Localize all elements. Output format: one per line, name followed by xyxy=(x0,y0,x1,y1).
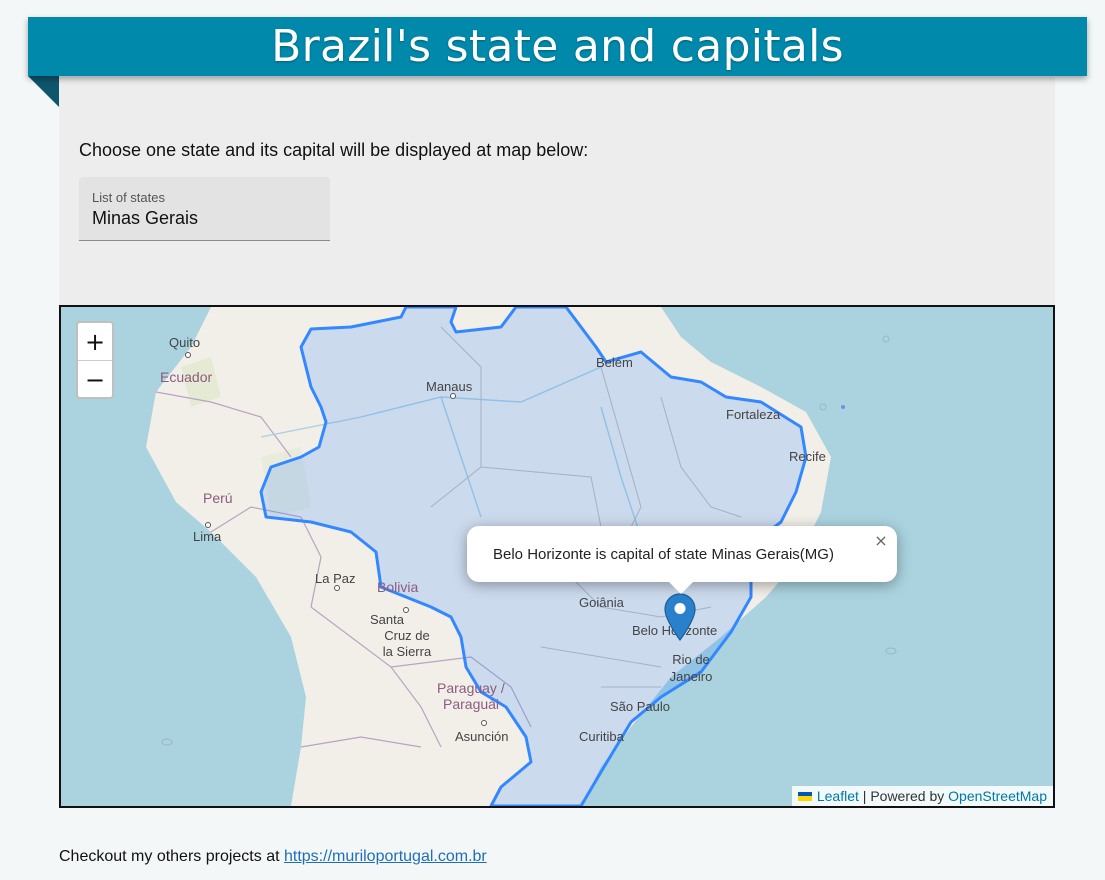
map-pin-icon[interactable] xyxy=(664,593,696,641)
label-rio-2: Janeiro xyxy=(670,669,713,684)
label-bolivia: Bolivia xyxy=(377,579,418,595)
label-ecuador: Ecuador xyxy=(160,369,212,385)
attribution-separator: | Powered by xyxy=(858,788,949,804)
ukraine-flag-icon xyxy=(797,791,812,801)
state-select[interactable]: List of states Minas Gerais xyxy=(79,177,330,241)
label-santa-cruz-2: Cruz de xyxy=(384,628,430,643)
label-goiania: Goiânia xyxy=(579,595,625,610)
footer: Checkout my others projects at https://m… xyxy=(59,848,487,866)
label-paraguay-2: Paraguái xyxy=(443,696,499,712)
leaflet-link[interactable]: Leaflet xyxy=(817,788,859,804)
title-ribbon: Brazil's state and capitals xyxy=(28,17,1087,76)
map-attribution: Leaflet | Powered by OpenStreetMap xyxy=(791,786,1053,806)
ribbon-fold xyxy=(28,76,59,107)
label-recife: Recife xyxy=(789,449,826,464)
zoom-control: + − xyxy=(76,321,114,399)
label-fortaleza: Fortaleza xyxy=(726,407,781,422)
label-asuncion: Asunción xyxy=(455,729,508,744)
select-value: Minas Gerais xyxy=(92,208,199,228)
zoom-out-button[interactable]: − xyxy=(78,361,112,397)
openstreetmap-link[interactable]: OpenStreetMap xyxy=(948,788,1047,804)
popup-text: Belo Horizonte is capital of state Minas… xyxy=(493,546,834,563)
label-santa-cruz-1: Santa xyxy=(370,612,405,627)
label-paraguay-1: Paraguay / xyxy=(437,680,505,696)
map-popup: Belo Horizonte is capital of state Minas… xyxy=(467,526,897,594)
footer-text: Checkout my others projects at xyxy=(59,848,284,865)
label-manaus: Manaus xyxy=(426,379,473,394)
close-icon[interactable]: × xyxy=(872,531,890,550)
label-peru: Perú xyxy=(203,490,233,506)
zoom-in-button[interactable]: + xyxy=(78,323,112,361)
label-sao-paulo: São Paulo xyxy=(610,699,670,714)
page-title: Brazil's state and capitals xyxy=(271,21,844,72)
label-curitiba: Curitiba xyxy=(579,729,625,744)
label-rio-1: Rio de xyxy=(672,652,710,667)
label-quito: Quito xyxy=(169,335,200,350)
popup-tip xyxy=(667,580,695,594)
label-santa-cruz-3: la Sierra xyxy=(383,644,432,659)
portfolio-link[interactable]: https://muriloportugal.com.br xyxy=(284,848,487,865)
label-belem: Belém xyxy=(596,355,633,370)
select-label: List of states xyxy=(92,190,165,205)
label-la-paz: La Paz xyxy=(315,571,355,586)
instructions-text: Choose one state and its capital will be… xyxy=(79,140,589,160)
label-lima: Lima xyxy=(193,529,222,544)
map-container[interactable]: Quito Lima La Paz Santa Cruz de la Sierr… xyxy=(59,305,1055,808)
